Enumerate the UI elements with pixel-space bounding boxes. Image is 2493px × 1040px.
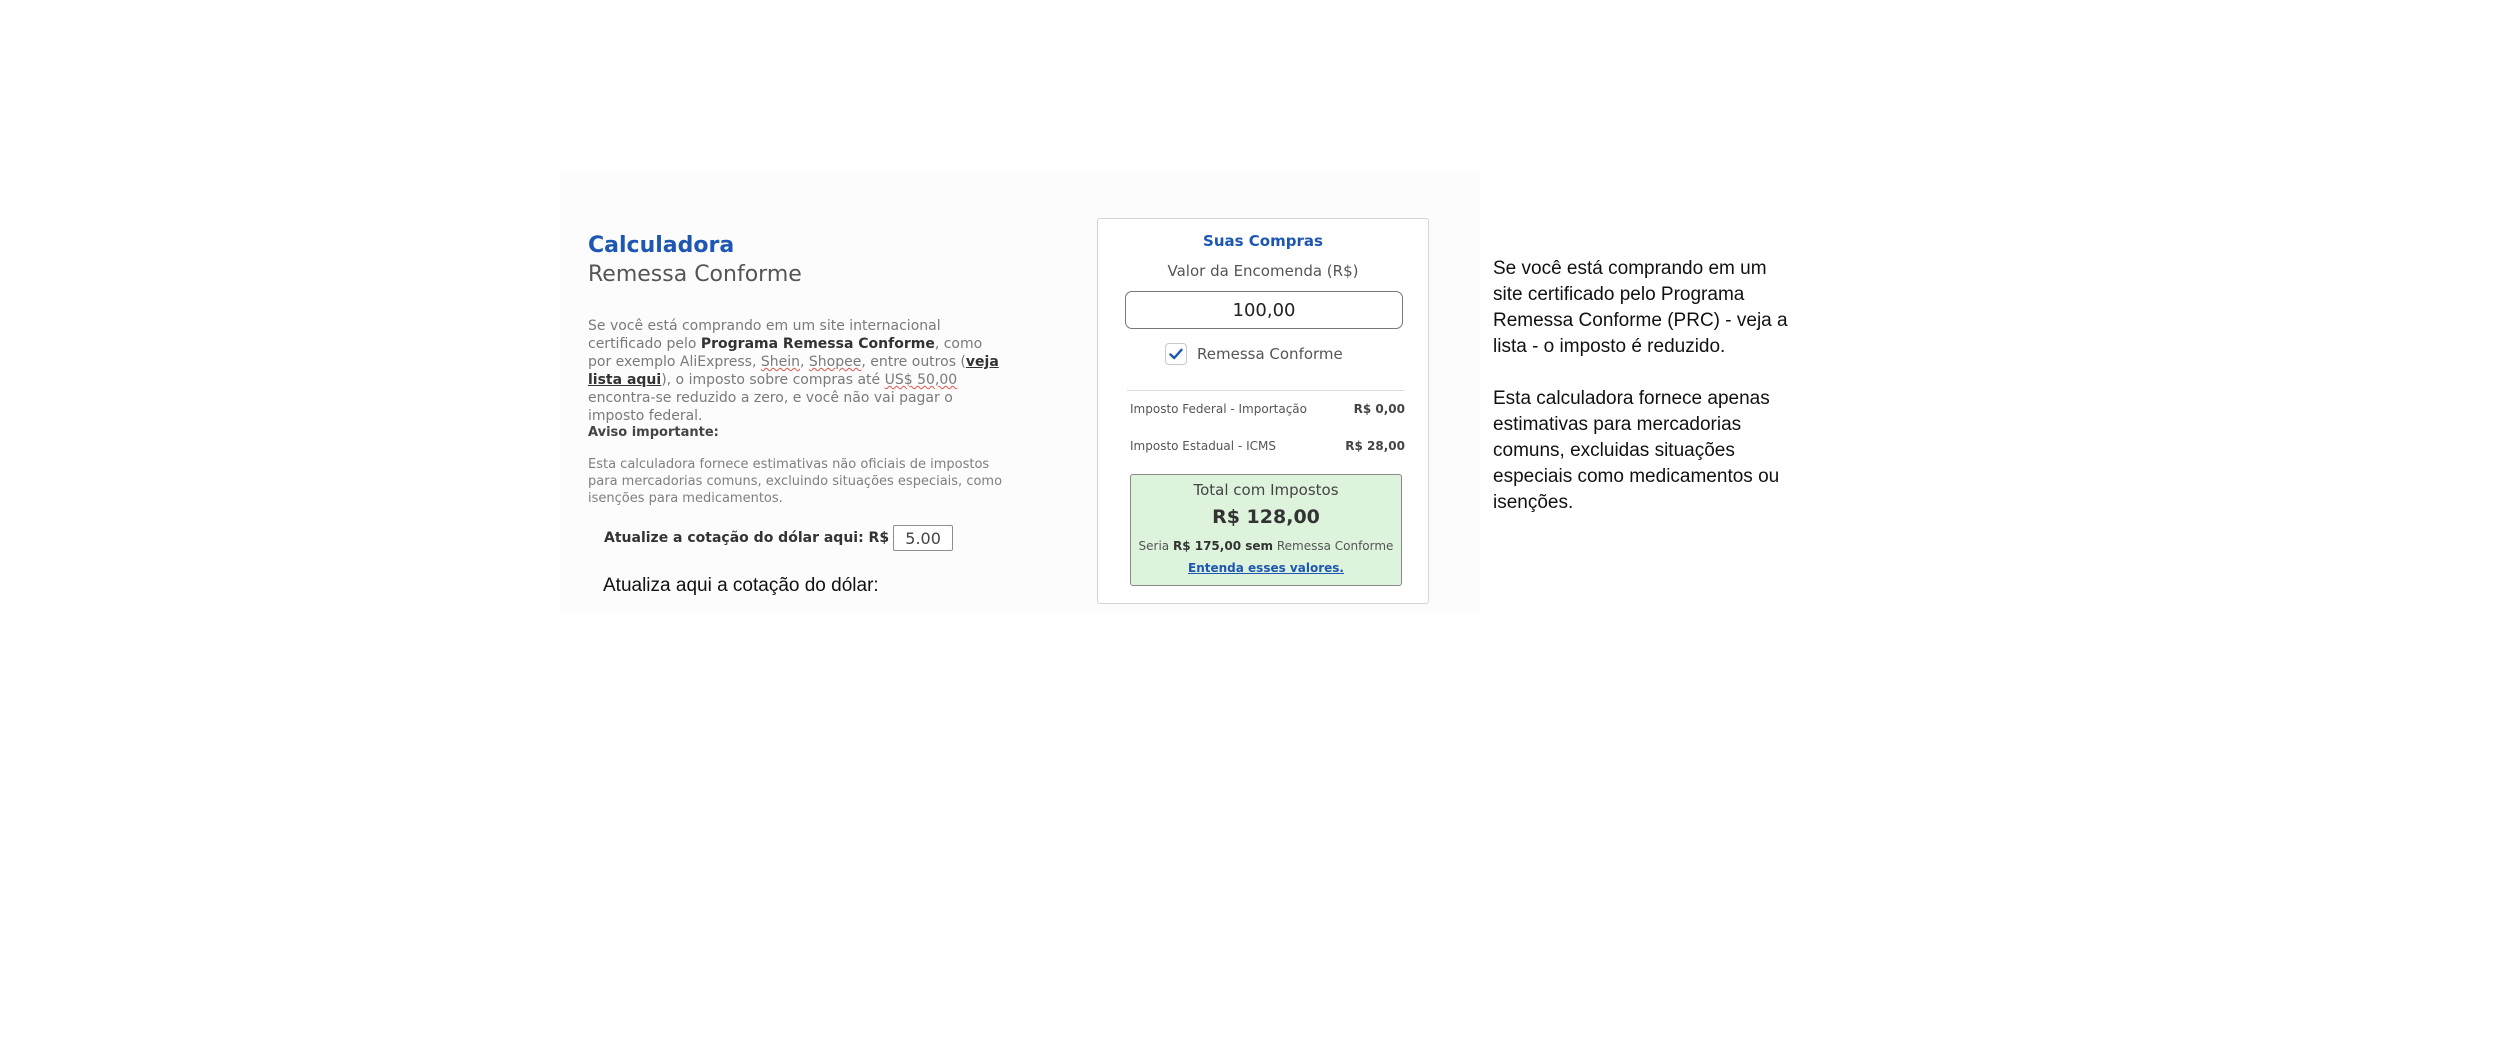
remessa-conforme-toggle[interactable]: Remessa Conforme xyxy=(1165,343,1343,365)
purchase-card: Suas Compras Valor da Encomenda (R$) Rem… xyxy=(1097,218,1429,604)
page-title: Calculadora xyxy=(588,233,735,258)
federal-tax-row: Imposto Federal - Importação R$ 0,00 xyxy=(1130,402,1405,416)
exchange-rate-caption: Atualiza aqui a cotação do dólar: xyxy=(603,575,879,596)
notice-heading: Aviso importante: xyxy=(588,425,719,440)
side-explanation: Se você está comprando em um site certif… xyxy=(1493,256,1798,542)
explain-values-link[interactable]: Entenda esses valores. xyxy=(1131,561,1401,575)
intro-text-5: encontra-se reduzido a zero, e você não … xyxy=(588,390,953,424)
intro-text-4: ), o imposto sobre compras até xyxy=(661,372,885,388)
federal-tax-label: Imposto Federal - Importação xyxy=(1130,402,1307,416)
exchange-rate-input[interactable] xyxy=(893,525,954,551)
exchange-rate-row: Atualize a cotação do dólar aqui: R$ xyxy=(604,525,954,551)
order-value-label: Valor da Encomenda (R$) xyxy=(1167,262,1359,280)
side-paragraph-1: Se você está comprando em um site certif… xyxy=(1493,258,1788,357)
program-name: Programa Remessa Conforme xyxy=(700,336,935,352)
shopee-name: Shopee xyxy=(808,354,862,370)
exchange-rate-label: Atualize a cotação do dólar aqui: R$ xyxy=(604,530,890,546)
remessa-conforme-label: Remessa Conforme xyxy=(1197,345,1343,363)
page-subtitle: Remessa Conforme xyxy=(588,262,802,287)
state-tax-row: Imposto Estadual - ICMS R$ 28,00 xyxy=(1130,439,1405,453)
usd-limit: US$ 50,00 xyxy=(884,372,958,388)
state-tax-value: R$ 28,00 xyxy=(1345,439,1405,453)
total-note-prefix: Seria xyxy=(1138,539,1173,553)
divider xyxy=(1127,390,1404,391)
remessa-conforme-checkbox[interactable] xyxy=(1165,343,1187,365)
card-title: Suas Compras xyxy=(1203,232,1323,250)
order-value-input[interactable] xyxy=(1125,291,1403,329)
total-note-amount: R$ 175,00 sem xyxy=(1172,539,1274,553)
federal-tax-value: R$ 0,00 xyxy=(1353,402,1405,416)
check-icon xyxy=(1169,348,1183,360)
total-label: Total com Impostos xyxy=(1193,481,1339,499)
intro-paragraph: Se você está comprando em um site intern… xyxy=(588,317,1008,425)
total-box: Total com Impostos R$ 128,00 Seria R$ 17… xyxy=(1130,474,1402,586)
state-tax-label: Imposto Estadual - ICMS xyxy=(1130,439,1276,453)
total-note: Seria R$ 175,00 sem Remessa Conforme xyxy=(1131,539,1401,553)
side-paragraph-2: Esta calculadora fornece apenas estimati… xyxy=(1493,388,1780,513)
shein-name: Shein xyxy=(760,354,800,370)
total-value: R$ 128,00 xyxy=(1212,506,1320,528)
total-note-suffix: Remessa Conforme xyxy=(1273,539,1394,553)
notice-text: Esta calculadora fornece estimativas não… xyxy=(588,457,1003,506)
intro-sep: , xyxy=(800,354,809,370)
intro-text-3: , entre outros ( xyxy=(861,354,966,370)
